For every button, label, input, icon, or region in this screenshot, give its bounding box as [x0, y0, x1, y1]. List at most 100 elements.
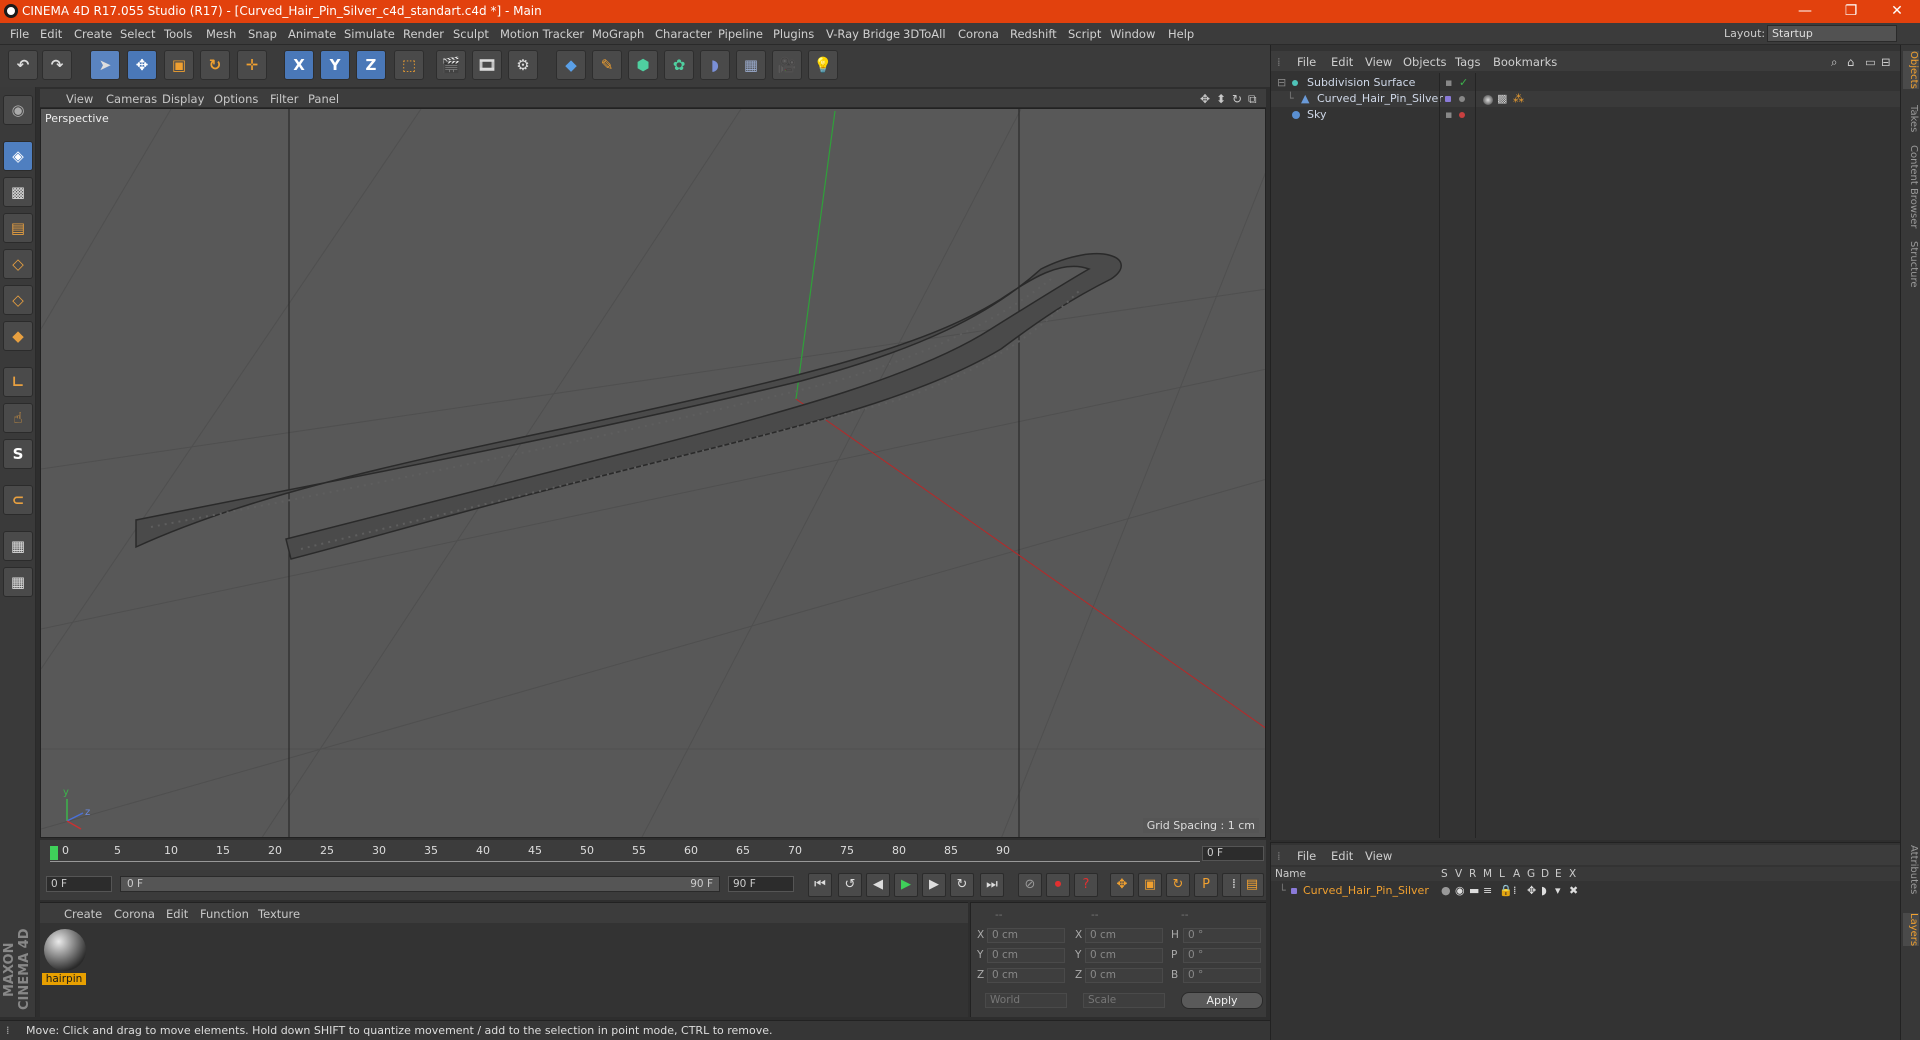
menu-vray-bridge[interactable]: V-Ray Bridge — [826, 27, 900, 41]
key-rotation-icon[interactable]: ↻ — [1166, 873, 1190, 897]
model-mode-icon[interactable]: ◈ — [3, 141, 33, 171]
key-parameter-icon[interactable]: P — [1194, 873, 1218, 897]
menu-simulate[interactable]: Simulate — [344, 27, 395, 41]
viewport-menu-options[interactable]: Options — [214, 92, 258, 106]
tab-attributes[interactable]: Attributes — [1903, 845, 1919, 894]
floor-environment-icon[interactable]: ▦ — [736, 50, 766, 80]
menu-edit[interactable]: Edit — [40, 27, 62, 41]
mograph-cloner-icon[interactable]: ✿ — [664, 50, 694, 80]
autokey-icon[interactable]: ⏺ — [1046, 873, 1070, 897]
object-row[interactable]: Sky ▪ — [1271, 107, 1901, 123]
home-icon[interactable]: ⌂ — [1847, 55, 1854, 69]
material-name-label[interactable]: hairpin — [42, 973, 86, 985]
layout-select[interactable]: Startup — [1767, 25, 1897, 42]
make-editable-icon[interactable]: ◉ — [3, 95, 33, 125]
layer-solo-icon[interactable]: ● — [1441, 883, 1451, 899]
position-z-field[interactable]: 0 cm — [987, 968, 1065, 983]
object-name[interactable]: Sky — [1307, 107, 1326, 123]
material-menu-corona[interactable]: Corona — [114, 907, 155, 921]
hairpin-model[interactable] — [135, 252, 1122, 560]
timeline-ruler[interactable]: 0 5 10 15 20 25 30 35 40 45 50 55 60 65 … — [40, 840, 1266, 870]
menu-sculpt[interactable]: Sculpt — [453, 27, 489, 41]
object-row[interactable]: ⊟ Subdivision Surface ▪ ✓ — [1271, 75, 1901, 91]
transform-tool-icon[interactable]: ✛ — [237, 50, 267, 80]
previous-frame-icon[interactable]: ◀ — [866, 873, 890, 897]
material-menu-create[interactable]: Create — [64, 907, 102, 921]
next-key-icon[interactable]: ↻ — [950, 873, 974, 897]
viewport-menu-view[interactable]: View — [66, 92, 93, 106]
size-mode-select[interactable]: Scale — [1083, 993, 1165, 1008]
render-picture-viewer-icon[interactable]: 🎞 — [472, 50, 502, 80]
viewport-move-icon[interactable]: ✥ — [1200, 92, 1210, 106]
object-name[interactable]: Curved_Hair_Pin_Silver — [1317, 91, 1443, 107]
apply-button[interactable]: Apply — [1181, 992, 1263, 1009]
size-x-field[interactable]: 0 cm — [1085, 928, 1163, 943]
render-view-icon[interactable]: 🎬 — [436, 50, 466, 80]
render-settings-icon[interactable]: ⚙ — [508, 50, 538, 80]
points-mode-icon[interactable]: ◇ — [3, 249, 33, 279]
start-frame-field[interactable]: 0 F — [46, 876, 112, 892]
object-row[interactable]: └ ▲ Curved_Hair_Pin_Silver ▩ ⁂ — [1271, 91, 1901, 107]
size-y-field[interactable]: 0 cm — [1085, 948, 1163, 963]
key-position-icon[interactable]: ✥ — [1110, 873, 1134, 897]
timeline-playhead[interactable] — [50, 846, 58, 860]
texture-mode-icon[interactable]: ▩ — [3, 177, 33, 207]
cube-primitive-icon[interactable]: ◆ — [556, 50, 586, 80]
subdivision-generator-icon[interactable]: ⬢ — [628, 50, 658, 80]
keyframe-selection-icon[interactable]: ? — [1074, 873, 1098, 897]
viewport-rotate-icon[interactable]: ↻ — [1232, 92, 1242, 106]
frame-range-slider[interactable]: 0 F 90 F — [120, 876, 720, 892]
new-view-icon[interactable]: ▭ — [1865, 55, 1876, 69]
layer-xref-icon[interactable]: ✖ — [1569, 883, 1578, 899]
previous-key-icon[interactable]: ↺ — [838, 873, 862, 897]
menu-script[interactable]: Script — [1068, 27, 1101, 41]
viewport-menu-cameras[interactable]: Cameras — [106, 92, 157, 106]
menu-3dtoall[interactable]: 3DToAll — [903, 27, 946, 41]
layer-color-swatch[interactable] — [1291, 888, 1297, 894]
axis-mode-icon[interactable]: ∟ — [3, 367, 33, 397]
tab-content-browser[interactable]: Content Browser — [1903, 145, 1919, 228]
perspective-viewport[interactable]: y z Perspective Grid Spacing : 1 cm — [40, 108, 1266, 838]
menu-snap[interactable]: Snap — [248, 27, 277, 41]
layer-generator-icon[interactable]: ✥ — [1527, 883, 1536, 899]
layer-animation-icon[interactable]: ⁞ — [1513, 883, 1517, 899]
camera-icon[interactable]: 🎥 — [772, 50, 802, 80]
material-tag-icon[interactable] — [1483, 95, 1493, 105]
viewport-menu-filter[interactable]: Filter — [270, 92, 298, 106]
enabled-check-icon[interactable]: ✓ — [1459, 75, 1468, 91]
magnet-icon[interactable]: ⊂ — [3, 485, 33, 515]
object-menu-view[interactable]: View — [1365, 55, 1392, 69]
menu-select[interactable]: Select — [120, 27, 155, 41]
size-z-field[interactable]: 0 cm — [1085, 968, 1163, 983]
layer-menu-edit[interactable]: Edit — [1331, 849, 1353, 863]
scale-tool-icon[interactable]: ▣ — [164, 50, 194, 80]
next-frame-icon[interactable]: ▶ — [922, 873, 946, 897]
polygons-mode-icon[interactable]: ◆ — [3, 321, 33, 351]
object-menu-objects[interactable]: Objects — [1403, 55, 1446, 69]
panel-menu-icon[interactable]: ⊟ — [1881, 55, 1891, 69]
menu-redshift[interactable]: Redshift — [1010, 27, 1057, 41]
layer-manager-icon[interactable]: ≡ — [1483, 883, 1492, 899]
tab-structure[interactable]: Structure — [1903, 241, 1919, 288]
z-axis-lock-button[interactable]: Z — [356, 50, 386, 80]
viewport-menu-panel[interactable]: Panel — [308, 92, 339, 106]
menu-animate[interactable]: Animate — [288, 27, 336, 41]
menu-corona[interactable]: Corona — [958, 27, 999, 41]
layer-row[interactable]: └ Curved_Hair_Pin_Silver ● ◉ ▬ ≡ 🔒 ⁞ ✥ ◗… — [1271, 883, 1901, 899]
snap-icon[interactable]: S — [3, 439, 33, 469]
grid-snap-icon[interactable]: ▦ — [3, 567, 33, 597]
layer-visible-icon[interactable]: ◉ — [1455, 883, 1465, 899]
x-axis-lock-button[interactable]: X — [284, 50, 314, 80]
timeline-window-icon[interactable]: ▤ — [1240, 873, 1264, 897]
object-menu-tags[interactable]: Tags — [1455, 55, 1480, 69]
visibility-dot-icon[interactable] — [1459, 96, 1465, 102]
viewport-menu-display[interactable]: Display — [162, 92, 204, 106]
move-tool-icon[interactable]: ✥ — [127, 50, 157, 80]
visibility-dot-icon[interactable] — [1459, 112, 1465, 118]
material-menu-function[interactable]: Function — [200, 907, 249, 921]
menu-mesh[interactable]: Mesh — [206, 27, 236, 41]
select-cursor-icon[interactable]: ➤ — [90, 50, 120, 80]
menu-help[interactable]: Help — [1168, 27, 1194, 41]
go-to-end-icon[interactable]: ⏭ — [980, 873, 1004, 897]
rotate-tool-icon[interactable]: ↻ — [200, 50, 230, 80]
